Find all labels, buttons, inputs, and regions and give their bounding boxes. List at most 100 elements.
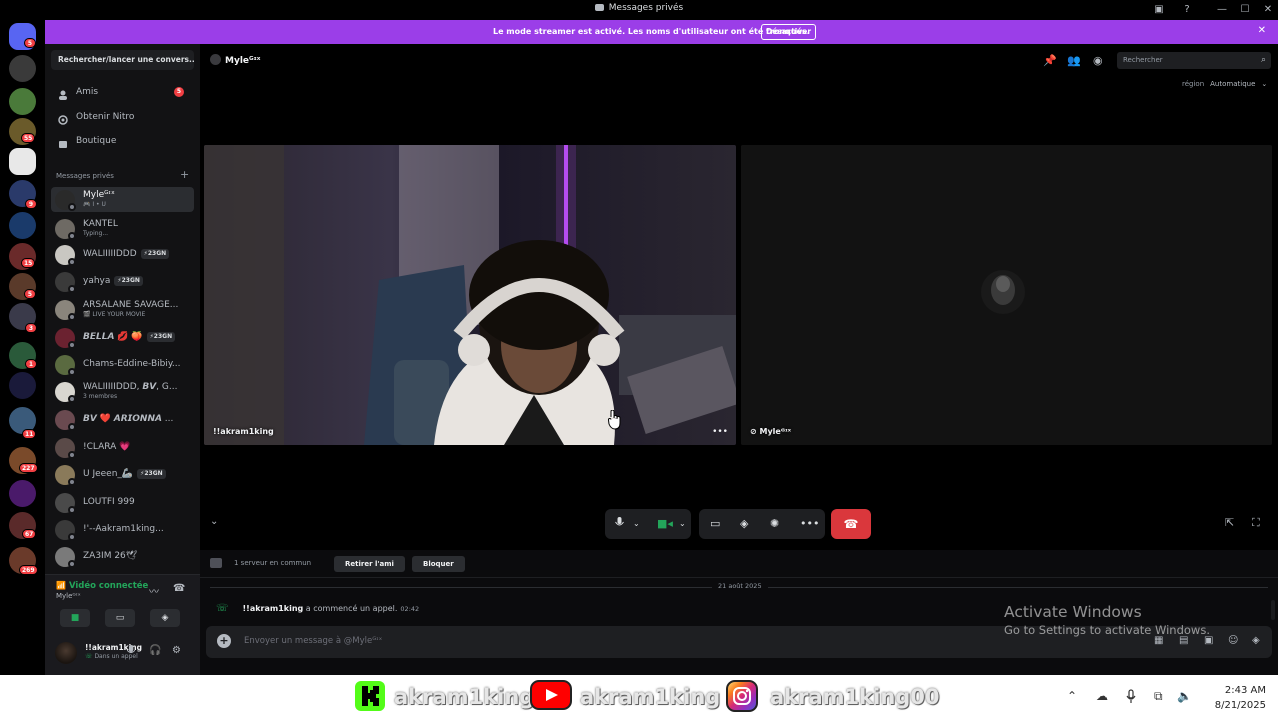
dm-item[interactable]: !'--Aakram1king... xyxy=(51,517,194,542)
dm-item[interactable]: KANTEL Typing... xyxy=(51,216,194,241)
status-dot xyxy=(68,285,76,293)
popout-icon[interactable]: ⇱ xyxy=(1225,516,1234,529)
help-icon[interactable]: ? xyxy=(1179,2,1195,18)
region-selector[interactable]: région Automatique ⌄ xyxy=(1182,80,1267,88)
emoji-icon[interactable]: ☺ xyxy=(1228,635,1238,646)
search-input[interactable]: Rechercher ⌕ xyxy=(1117,52,1271,69)
dm-item[interactable]: LOUTFI 999 xyxy=(51,490,194,515)
sidebar-item-friends[interactable]: Amis 5 xyxy=(51,81,194,103)
disconnect-icon[interactable]: ☎ xyxy=(173,583,185,594)
avatar[interactable] xyxy=(55,642,77,664)
noise-suppression-icon[interactable]: 〰 xyxy=(149,583,159,598)
pin-icon[interactable]: 📌 xyxy=(1043,54,1057,67)
server-icon[interactable] xyxy=(9,372,36,399)
chevron-down-icon[interactable]: ⌄ xyxy=(210,516,218,527)
apps-icon[interactable]: ◈ xyxy=(1252,635,1260,646)
clock-time: 2:43 AM xyxy=(1224,685,1266,696)
dm-item[interactable]: !CLARA 💗 xyxy=(51,435,194,460)
dm-item[interactable]: Chams-Eddine-Bibiy... xyxy=(51,352,194,377)
dm-name-text: 𝘽𝙀𝙇𝙇𝘼 💋 🍑 xyxy=(83,332,143,342)
badge: 227 xyxy=(19,463,38,473)
dm-name-text: 𝘽𝙑 ❤️ 𝘼𝙍𝙄𝙊𝙉𝙉𝘼 ... xyxy=(83,414,174,424)
dm-item[interactable]: U Jeeen_🦾 ⚡23GN xyxy=(51,462,194,487)
message-author[interactable]: !!akram1king xyxy=(243,604,304,613)
video-tile-self[interactable]: !!akram1king ••• xyxy=(204,145,736,445)
dm-item[interactable]: Myleᴳᶦˣ 🎮 I • U xyxy=(51,187,194,212)
maximize-button[interactable]: ☐ xyxy=(1237,2,1253,18)
sidebar-item-nitro[interactable]: Obtenir Nitro xyxy=(51,106,194,128)
dm-name-text: KANTEL xyxy=(83,219,118,229)
badge: 3 xyxy=(25,323,37,333)
block-button[interactable]: Bloquer xyxy=(412,556,465,572)
disconnect-button[interactable]: ☎ xyxy=(831,509,871,539)
dm-item[interactable]: 𝘽𝙀𝙇𝙇𝘼 💋 🍑 ⚡23GN xyxy=(51,325,194,350)
activities-icon[interactable]: ◈ xyxy=(740,517,748,530)
dm-name: yahya ⚡23GN xyxy=(83,276,143,286)
chevron-down-icon[interactable]: ⌄ xyxy=(679,519,686,528)
more-icon[interactable]: ••• xyxy=(712,427,728,437)
scrollbar[interactable] xyxy=(1271,600,1275,620)
mic-icon[interactable] xyxy=(1126,689,1136,706)
search-placeholder: Rechercher xyxy=(1123,56,1163,64)
mic-icon[interactable] xyxy=(615,517,624,532)
chevron-down-icon[interactable]: ⌄ xyxy=(633,519,640,528)
disable-streamer-button[interactable]: Désactiver xyxy=(761,24,816,40)
user-panel: !!akram1king ☏ Dans un appel 🎧 ⚙ xyxy=(45,634,200,675)
common-servers[interactable]: 1 serveur en commun xyxy=(234,559,311,567)
dm-subtitle: 3 membres xyxy=(83,393,118,400)
chevron-down-icon: ⌄ xyxy=(1261,80,1268,88)
server-icon[interactable] xyxy=(9,148,36,175)
dm-item[interactable]: ZA3IM 26🕊 xyxy=(51,544,194,569)
volume-icon[interactable]: 🔈 xyxy=(1177,689,1192,703)
sidebar-item-label: Obtenir Nitro xyxy=(76,112,135,122)
inbox-icon[interactable]: ▣ xyxy=(1151,2,1167,18)
activities-button[interactable]: ◈ xyxy=(150,609,180,627)
clock[interactable]: 2:43 AM 8/21/2025 xyxy=(1200,683,1266,713)
add-friends-icon[interactable]: 👥 xyxy=(1067,54,1081,67)
show-hidden-icons[interactable]: ⌃ xyxy=(1067,689,1077,703)
dm-item[interactable]: yahya ⚡23GN xyxy=(51,269,194,294)
mic-icon[interactable] xyxy=(126,645,136,659)
dm-item[interactable]: WALIIIIIDDD, 𝘽𝙑, G... 3 membres xyxy=(51,379,194,404)
camera-button[interactable]: ■ xyxy=(60,609,90,627)
headphones-icon[interactable]: 🎧 xyxy=(149,645,161,656)
close-window-button[interactable]: ✕ xyxy=(1260,2,1276,18)
dm-name: WALIIIIIDDD, 𝘽𝙑, G... xyxy=(83,382,177,392)
status-dot xyxy=(68,203,76,211)
gear-icon[interactable]: ⚙ xyxy=(172,645,181,656)
dm-name-text: WALIIIIIDDD, 𝘽𝙑, G... xyxy=(83,382,178,392)
video-tile-remote[interactable]: ⊘ Myleᴳᶦˣ xyxy=(741,145,1272,445)
dm-name-text: yahya xyxy=(83,276,111,286)
add-attachment-icon[interactable]: + xyxy=(217,634,231,648)
call-header-text: Myleᴳᶦˣ xyxy=(225,56,261,66)
badge: 5 xyxy=(24,38,36,48)
badge: 15 xyxy=(21,258,36,268)
minimize-button[interactable]: — xyxy=(1214,2,1230,18)
server-icon[interactable] xyxy=(9,212,36,239)
profile-icon[interactable]: ◉ xyxy=(1093,54,1103,67)
screen-share-button[interactable]: ▭ xyxy=(105,609,135,627)
fullscreen-icon[interactable]: ⛶ xyxy=(1252,516,1260,530)
onedrive-icon[interactable]: ☁ xyxy=(1096,689,1108,703)
sidebar-item-label: Boutique xyxy=(76,136,117,146)
remove-friend-button[interactable]: Retirer l'ami xyxy=(334,556,405,572)
find-conversation-button[interactable]: Rechercher/lancer une convers... xyxy=(51,50,194,70)
server-icon[interactable] xyxy=(9,480,36,507)
server-icon[interactable] xyxy=(9,88,36,115)
more-icon[interactable]: ••• xyxy=(800,517,819,530)
sidebar-item-shop[interactable]: Boutique xyxy=(51,130,194,152)
camera-icon[interactable]: ■◂ xyxy=(657,517,673,530)
activity-controls-group: ▭ ◈ ✺ ••• xyxy=(699,509,825,539)
server-icon[interactable] xyxy=(9,55,36,82)
remote-avatar xyxy=(741,145,1272,445)
screen-share-icon[interactable]: ▭ xyxy=(710,517,720,530)
close-icon[interactable]: ✕ xyxy=(1258,25,1266,36)
dm-item[interactable]: ARSALANE SAVAGE... 🎬 LIVE YOUR MOVIE xyxy=(51,297,194,322)
dm-item[interactable]: 𝘽𝙑 ❤️ 𝘼𝙍𝙄𝙊𝙉𝙉𝘼 ... xyxy=(51,407,194,432)
network-icon[interactable]: ⧉ xyxy=(1154,689,1163,704)
create-dm-icon[interactable]: + xyxy=(180,168,189,181)
dm-item[interactable]: WALIIIIIDDD ⚡23GN xyxy=(51,242,194,267)
activate-windows-watermark: Activate Windows Go to Settings to activ… xyxy=(1004,603,1210,637)
dm-name-text: ZA3IM 26🕊 xyxy=(83,551,138,561)
soundboard-icon[interactable]: ✺ xyxy=(770,517,779,530)
